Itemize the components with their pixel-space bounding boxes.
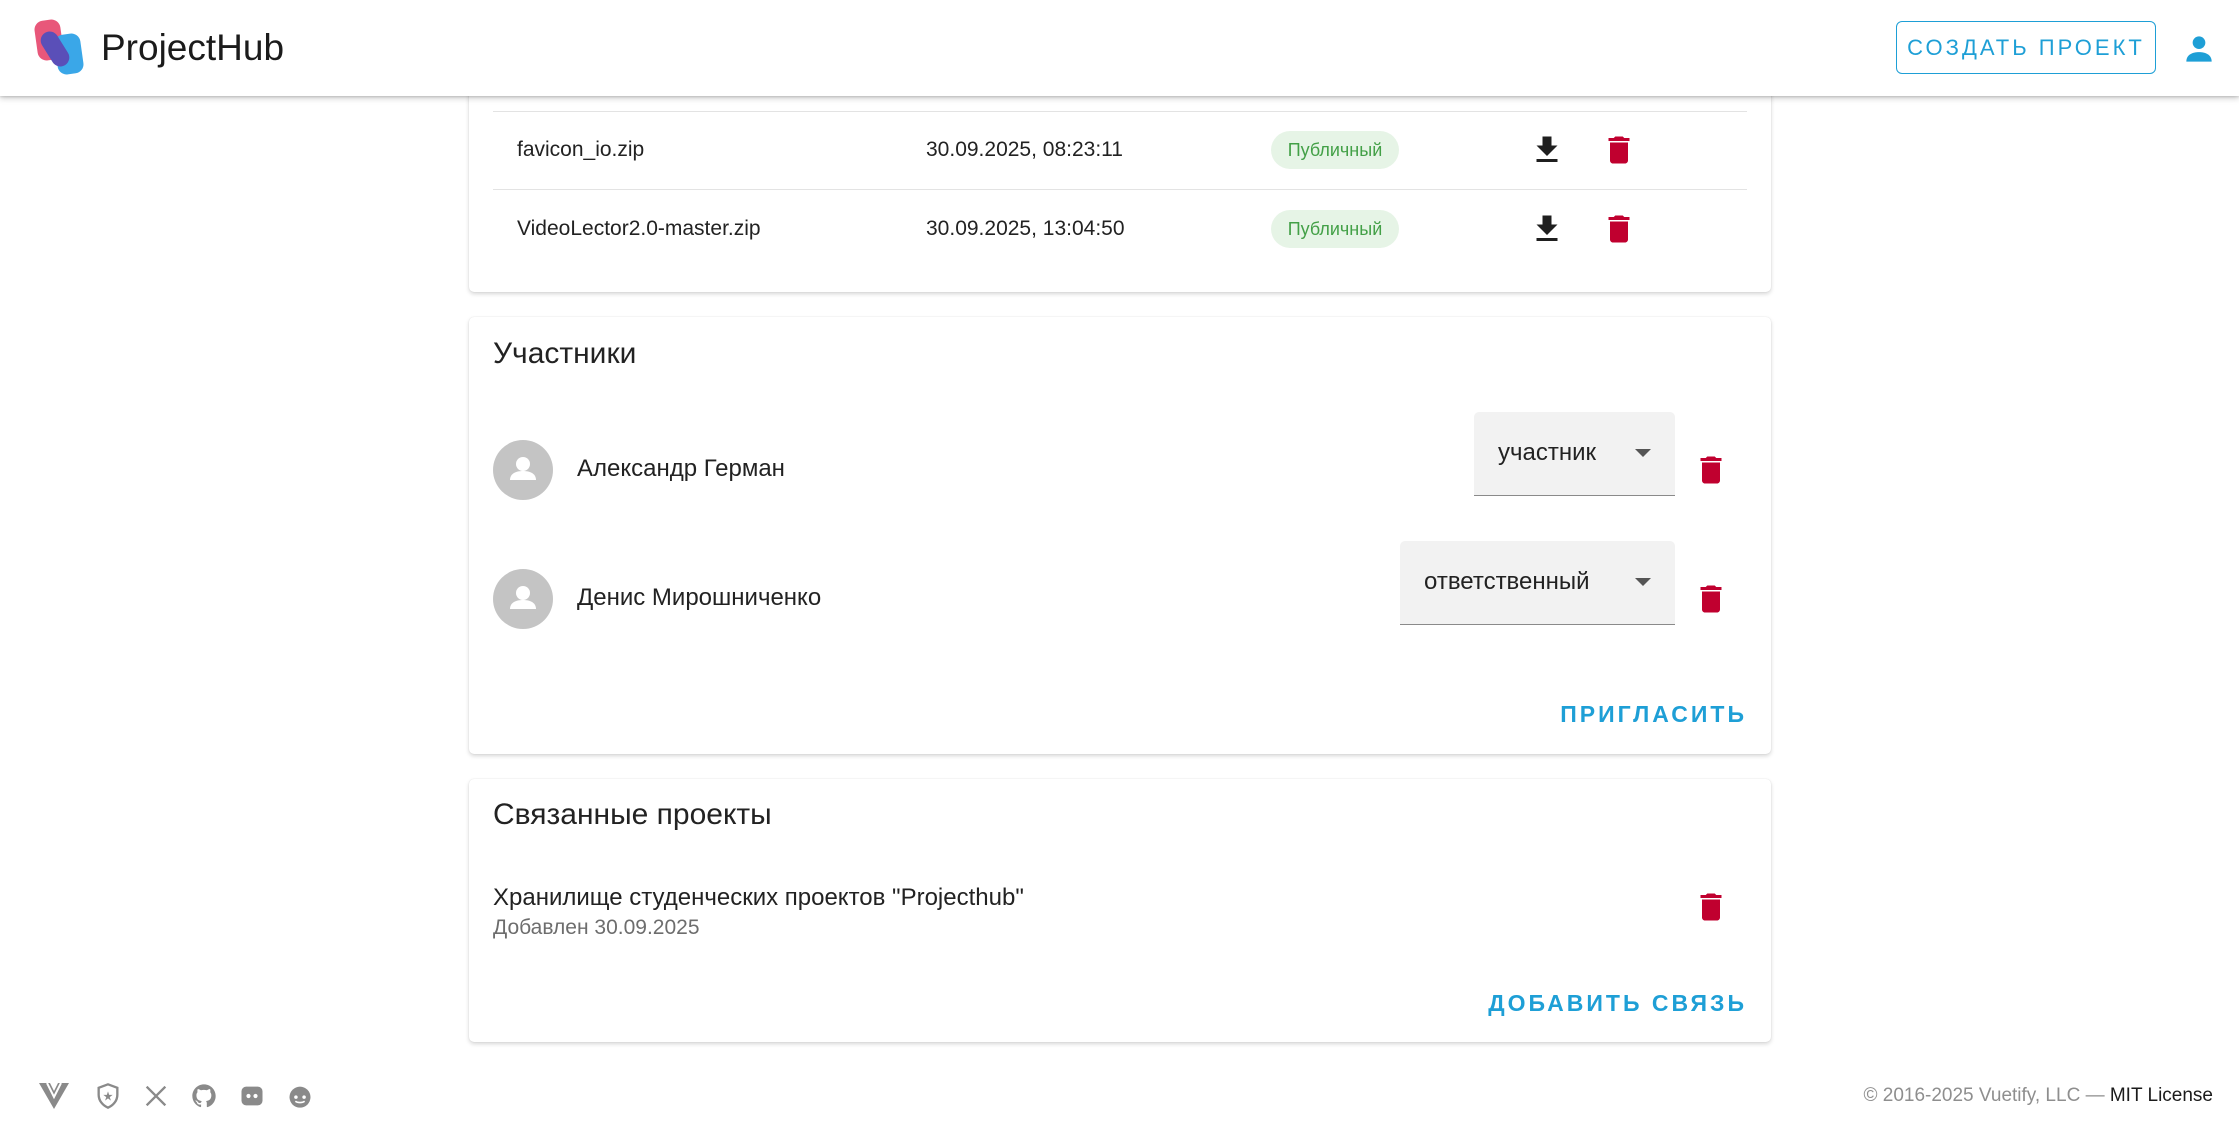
download-icon[interactable] — [1529, 132, 1565, 168]
file-date: 30.09.2025, 13:04:50 — [926, 217, 1125, 240]
projecthub-logo-icon[interactable] — [34, 18, 86, 76]
vuetify-logo-icon[interactable] — [38, 1081, 70, 1111]
chevron-down-icon — [1635, 578, 1651, 586]
visibility-chip: Публичный — [1271, 131, 1399, 169]
role-select[interactable]: ответственный — [1400, 541, 1675, 625]
discord-icon[interactable] — [238, 1082, 266, 1110]
linked-projects-card: Связанные проекты Хранилище студенческих… — [469, 779, 1771, 1042]
copyright-text: © 2016-2025 Vuetify, LLC — — [1863, 1085, 2105, 1106]
account-icon[interactable] — [2180, 30, 2218, 68]
file-date: 30.09.2025, 08:23:11 — [926, 138, 1123, 161]
delete-icon[interactable] — [1693, 452, 1729, 488]
add-link-button[interactable]: ДОБАВИТЬ СВЯЗЬ — [1488, 988, 1747, 1018]
chevron-down-icon — [1635, 449, 1651, 457]
delete-icon[interactable] — [1601, 132, 1637, 168]
role-select-value: ответственный — [1424, 568, 1590, 595]
file-name: favicon_io.zip — [517, 138, 645, 161]
app-title[interactable]: ProjectHub — [101, 24, 284, 72]
person-icon — [510, 586, 536, 609]
row-divider — [493, 111, 1747, 112]
person-icon — [510, 457, 536, 480]
avatar — [493, 440, 553, 500]
linked-project-title[interactable]: Хранилище студенческих проектов "Project… — [493, 882, 1024, 914]
avatar — [493, 569, 553, 629]
role-select-value: участник — [1498, 439, 1597, 466]
role-select[interactable]: участник — [1474, 412, 1675, 496]
create-project-button[interactable]: СОЗДАТЬ ПРОЕКТ — [1896, 21, 2156, 74]
shield-icon[interactable] — [94, 1082, 122, 1110]
reddit-icon[interactable] — [286, 1082, 314, 1110]
members-title: Участники — [493, 337, 637, 370]
member-name: Александр Герман — [577, 455, 785, 482]
mit-license-link[interactable]: MIT License — [2110, 1085, 2213, 1106]
delete-icon[interactable] — [1693, 889, 1729, 925]
members-card: Участники Александр Герман участник Дени… — [469, 317, 1771, 754]
row-divider — [493, 189, 1747, 190]
delete-icon[interactable] — [1601, 211, 1637, 247]
file-name: VideoLector2.0-master.zip — [517, 217, 761, 240]
linked-projects-title: Связанные проекты — [493, 798, 772, 831]
x-twitter-icon[interactable] — [142, 1082, 170, 1110]
member-name: Денис Мирошниченко — [577, 584, 822, 611]
visibility-chip: Публичный — [1271, 210, 1399, 248]
github-icon[interactable] — [190, 1082, 218, 1110]
invite-button[interactable]: ПРИГЛАСИТЬ — [1560, 699, 1747, 729]
delete-icon[interactable] — [1693, 581, 1729, 617]
linked-project-added: Добавлен 30.09.2025 — [493, 916, 700, 939]
app-bar: ProjectHub СОЗДАТЬ ПРОЕКТ — [0, 0, 2239, 96]
download-icon[interactable] — [1529, 211, 1565, 247]
copyright: © 2016-2025 Vuetify, LLC — MIT License — [1863, 1083, 2213, 1109]
